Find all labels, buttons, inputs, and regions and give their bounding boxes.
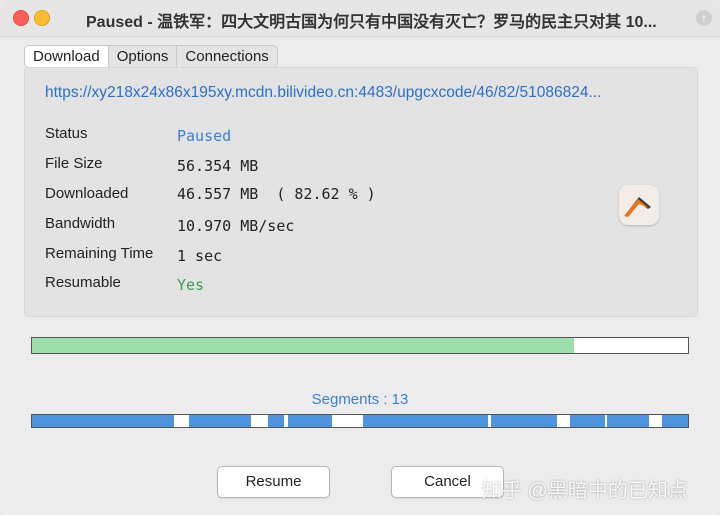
resumable-label: Resumable xyxy=(45,274,121,291)
segment xyxy=(189,415,251,427)
resumable-value: Yes xyxy=(177,276,205,294)
status-value: Paused xyxy=(177,127,232,145)
tab-bar: Download Options Connections xyxy=(24,45,278,68)
segments-label: Segments : 13 xyxy=(311,391,409,408)
segment xyxy=(288,415,332,427)
bandwidth-label: Bandwidth xyxy=(45,215,116,232)
segments-bar xyxy=(31,414,689,428)
resume-button[interactable]: Resume xyxy=(217,466,330,498)
tab-options[interactable]: Options xyxy=(109,46,178,67)
progress-fill xyxy=(32,338,574,353)
downloader-app-icon xyxy=(619,185,659,225)
segment xyxy=(32,415,174,427)
remaining-time-value: 1 sec xyxy=(177,247,223,265)
title-separator: - xyxy=(142,14,158,31)
window-title: Paused - 温铁军：四大文明古国为何只有中国没有灭亡？罗马的民主只对其 1… xyxy=(86,8,686,32)
segment xyxy=(268,415,284,427)
download-window: Paused - 温铁军：四大文明古国为何只有中国没有灭亡？罗马的民主只对其 1… xyxy=(0,0,720,515)
close-window-button[interactable] xyxy=(13,10,29,26)
tab-connections[interactable]: Connections xyxy=(177,46,276,67)
file-size-label: File Size xyxy=(45,155,103,172)
downloaded-value: 46.557 MB ( 82.62 % ) xyxy=(177,185,376,203)
downloaded-label: Downloaded xyxy=(45,185,129,202)
download-details-panel: https://xy218x24x86x195xy.mcdn.bilivideo… xyxy=(24,67,698,317)
file-size-value: 56.354 MB xyxy=(177,157,259,175)
arrow-up-icon[interactable]: ↑ xyxy=(696,10,712,26)
bandwidth-value: 10.970 MB/sec xyxy=(177,217,295,235)
title-bar: Paused - 温铁军：四大文明古国为何只有中国没有灭亡？罗马的民主只对其 1… xyxy=(0,0,720,37)
download-progress-bar xyxy=(31,337,689,354)
watermark: 知乎 @黑暗中的已知点 xyxy=(482,480,688,502)
segment xyxy=(662,415,688,427)
window-title-text: 温铁军：四大文明古国为何只有中国没有灭亡？罗马的民主只对其 10... xyxy=(157,14,657,31)
status-label: Status xyxy=(45,125,88,142)
window-state: Paused xyxy=(86,14,143,31)
minimize-window-button[interactable] xyxy=(34,10,50,26)
segment xyxy=(570,415,605,427)
tab-download[interactable]: Download xyxy=(25,46,109,67)
segment xyxy=(607,415,649,427)
segment xyxy=(491,415,557,427)
remaining-time-label: Remaining Time xyxy=(45,245,154,262)
segment xyxy=(363,415,488,427)
download-url[interactable]: https://xy218x24x86x195xy.mcdn.bilivideo… xyxy=(45,84,601,102)
